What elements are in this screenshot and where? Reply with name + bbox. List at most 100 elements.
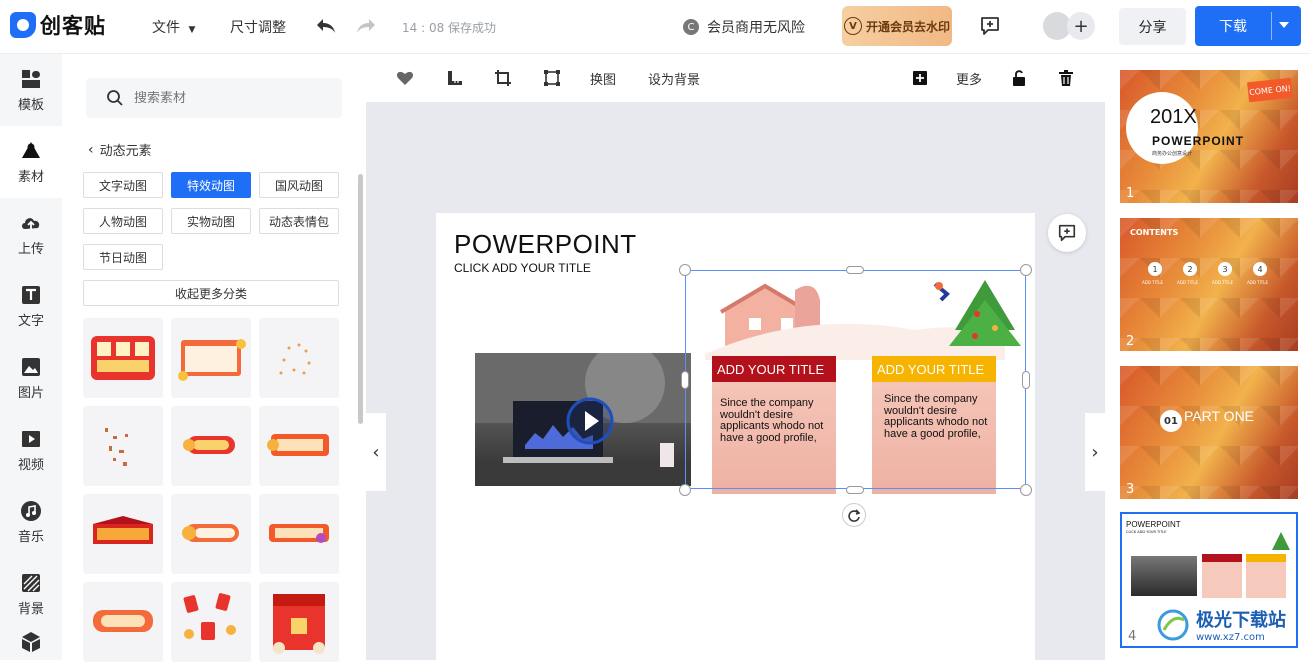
material-icon: [22, 141, 40, 158]
page2-heading: CONTENTS: [1130, 228, 1179, 237]
rail-item-background[interactable]: 背景: [0, 558, 62, 630]
resize-handle-br[interactable]: [1020, 484, 1032, 496]
material-thumb[interactable]: [83, 494, 163, 574]
comment-add-button[interactable]: [978, 14, 1002, 38]
material-thumb[interactable]: [259, 318, 339, 398]
page-thumb-2[interactable]: CONTENTS 1 2 3 4 ADD TITLE ADD TITLE ADD…: [1120, 218, 1298, 351]
tag-animated-sticker[interactable]: 动态表情包: [259, 208, 339, 234]
slide-title[interactable]: POWERPOINT: [454, 229, 637, 260]
file-menu[interactable]: 文件 ▼: [152, 17, 195, 37]
replace-image-button[interactable]: 换图: [590, 68, 616, 88]
search-input[interactable]: [134, 90, 314, 106]
rail-item-music[interactable]: 音乐: [0, 486, 62, 558]
next-page-button[interactable]: ›: [1085, 413, 1105, 491]
rail-item-material[interactable]: 素材: [0, 126, 62, 198]
set-background-button[interactable]: 设为背景: [648, 68, 700, 88]
slide-canvas[interactable]: POWERPOINT CLICK ADD YOUR TITLE ADD YOUR…: [436, 213, 1035, 660]
material-thumb[interactable]: [259, 406, 339, 486]
search-box[interactable]: [86, 78, 342, 118]
image-icon: [22, 357, 40, 376]
material-thumb[interactable]: [171, 406, 251, 486]
resize-handle-tl[interactable]: [679, 264, 691, 276]
adjust-button[interactable]: [446, 68, 464, 88]
rail-item-image[interactable]: 图片: [0, 342, 62, 414]
material-thumb[interactable]: [83, 582, 163, 662]
resize-handle-tr[interactable]: [1020, 264, 1032, 276]
save-status: 14 : 08 保存成功: [402, 21, 497, 35]
panel-scrollbar[interactable]: [358, 174, 363, 424]
page-thumb-1[interactable]: 201X POWERPOINT 商务办公创意设计 COME ON! 1: [1120, 70, 1298, 203]
collapse-categories-button[interactable]: 收起更多分类: [83, 280, 339, 306]
vip-remove-watermark-button[interactable]: V 开通会员去水印: [842, 6, 952, 46]
chevron-down-icon[interactable]: [1279, 22, 1289, 28]
undo-button[interactable]: [313, 14, 339, 38]
transform-button[interactable]: [543, 68, 561, 88]
page-thumb-4-selected[interactable]: POWERPOINT CLICK ADD YOUR TITLE 4 极光下载站 …: [1120, 512, 1298, 648]
page4-sub: CLICK ADD YOUR TITLE: [1126, 530, 1167, 534]
material-thumb[interactable]: [171, 318, 251, 398]
search-icon: [107, 90, 123, 106]
rail-item-more[interactable]: [0, 630, 62, 660]
prev-page-button[interactable]: ‹: [366, 413, 386, 491]
material-thumb[interactable]: [259, 494, 339, 574]
rotate-handle[interactable]: [842, 503, 866, 527]
background-icon: [22, 573, 40, 592]
page4-card-left: [1202, 554, 1242, 598]
rail-item-label: 视频: [17, 457, 44, 473]
lock-button[interactable]: [1012, 68, 1026, 88]
add-layer-button[interactable]: [912, 68, 928, 88]
more-button[interactable]: 更多: [956, 68, 982, 88]
slide-subtitle[interactable]: CLICK ADD YOUR TITLE: [454, 261, 591, 275]
resize-handle-bl[interactable]: [679, 484, 691, 496]
page-number: 2: [1126, 334, 1135, 349]
app-logo[interactable]: 创客贴: [10, 10, 106, 40]
redo-button[interactable]: [353, 14, 379, 38]
tag-text-gif[interactable]: 文字动图: [83, 172, 163, 198]
material-thumb[interactable]: [83, 406, 163, 486]
download-label: 下载: [1219, 19, 1247, 35]
resize-handle-right[interactable]: [1022, 371, 1030, 389]
chevron-left-icon: ‹: [88, 141, 94, 158]
play-video-icon[interactable]: [565, 396, 615, 446]
favorite-button[interactable]: [396, 68, 414, 88]
cube-icon: [22, 632, 40, 652]
material-thumb[interactable]: [259, 582, 339, 662]
tag-object-gif[interactable]: 实物动图: [171, 208, 251, 234]
back-to-dynamic-elements[interactable]: ‹ 动态元素: [88, 140, 152, 160]
page4-tree: [1272, 532, 1290, 550]
resize-handle-top[interactable]: [846, 266, 864, 274]
resize-handle-bottom[interactable]: [846, 486, 864, 494]
rail-item-label: 模板: [17, 97, 44, 113]
delete-button[interactable]: [1058, 68, 1074, 88]
page-number: 3: [1126, 482, 1135, 497]
rail-item-text[interactable]: 文字: [0, 270, 62, 342]
laptop-photo[interactable]: [475, 353, 691, 486]
page2-step: 1: [1148, 262, 1162, 276]
material-thumb[interactable]: [83, 318, 163, 398]
commercial-notice[interactable]: C 会员商用无风险: [683, 17, 805, 37]
page-number: 4: [1128, 629, 1137, 644]
resize-menu[interactable]: 尺寸调整: [230, 17, 286, 37]
page4-photo: [1131, 556, 1197, 596]
rail-item-video[interactable]: 视频: [0, 414, 62, 486]
resize-handle-left[interactable]: [681, 371, 689, 389]
page-thumb-3[interactable]: 01 PART ONE 3: [1120, 366, 1298, 499]
tag-effect-gif[interactable]: 特效动图: [171, 172, 251, 198]
tag-people-gif[interactable]: 人物动图: [83, 208, 163, 234]
rail-item-template[interactable]: 模板: [0, 54, 62, 126]
heart-icon: [396, 71, 414, 85]
share-button[interactable]: 分享: [1119, 8, 1186, 45]
tag-holiday-gif[interactable]: 节日动图: [83, 244, 163, 270]
watermark-text: 极光下载站: [1196, 610, 1286, 631]
crop-button[interactable]: [494, 68, 512, 88]
invite-collaborator-button[interactable]: +: [1067, 12, 1095, 40]
material-thumb[interactable]: [171, 582, 251, 662]
download-button[interactable]: 下载: [1195, 6, 1301, 46]
material-thumb[interactable]: [171, 494, 251, 574]
tag-chinese-style-gif[interactable]: 国风动图: [259, 172, 339, 198]
trash-icon: [1059, 70, 1073, 86]
add-comment-button[interactable]: [1048, 214, 1086, 252]
plus-icon: +: [1073, 15, 1089, 37]
selection-frame: [685, 270, 1026, 489]
rail-item-upload[interactable]: 上传: [0, 198, 62, 270]
